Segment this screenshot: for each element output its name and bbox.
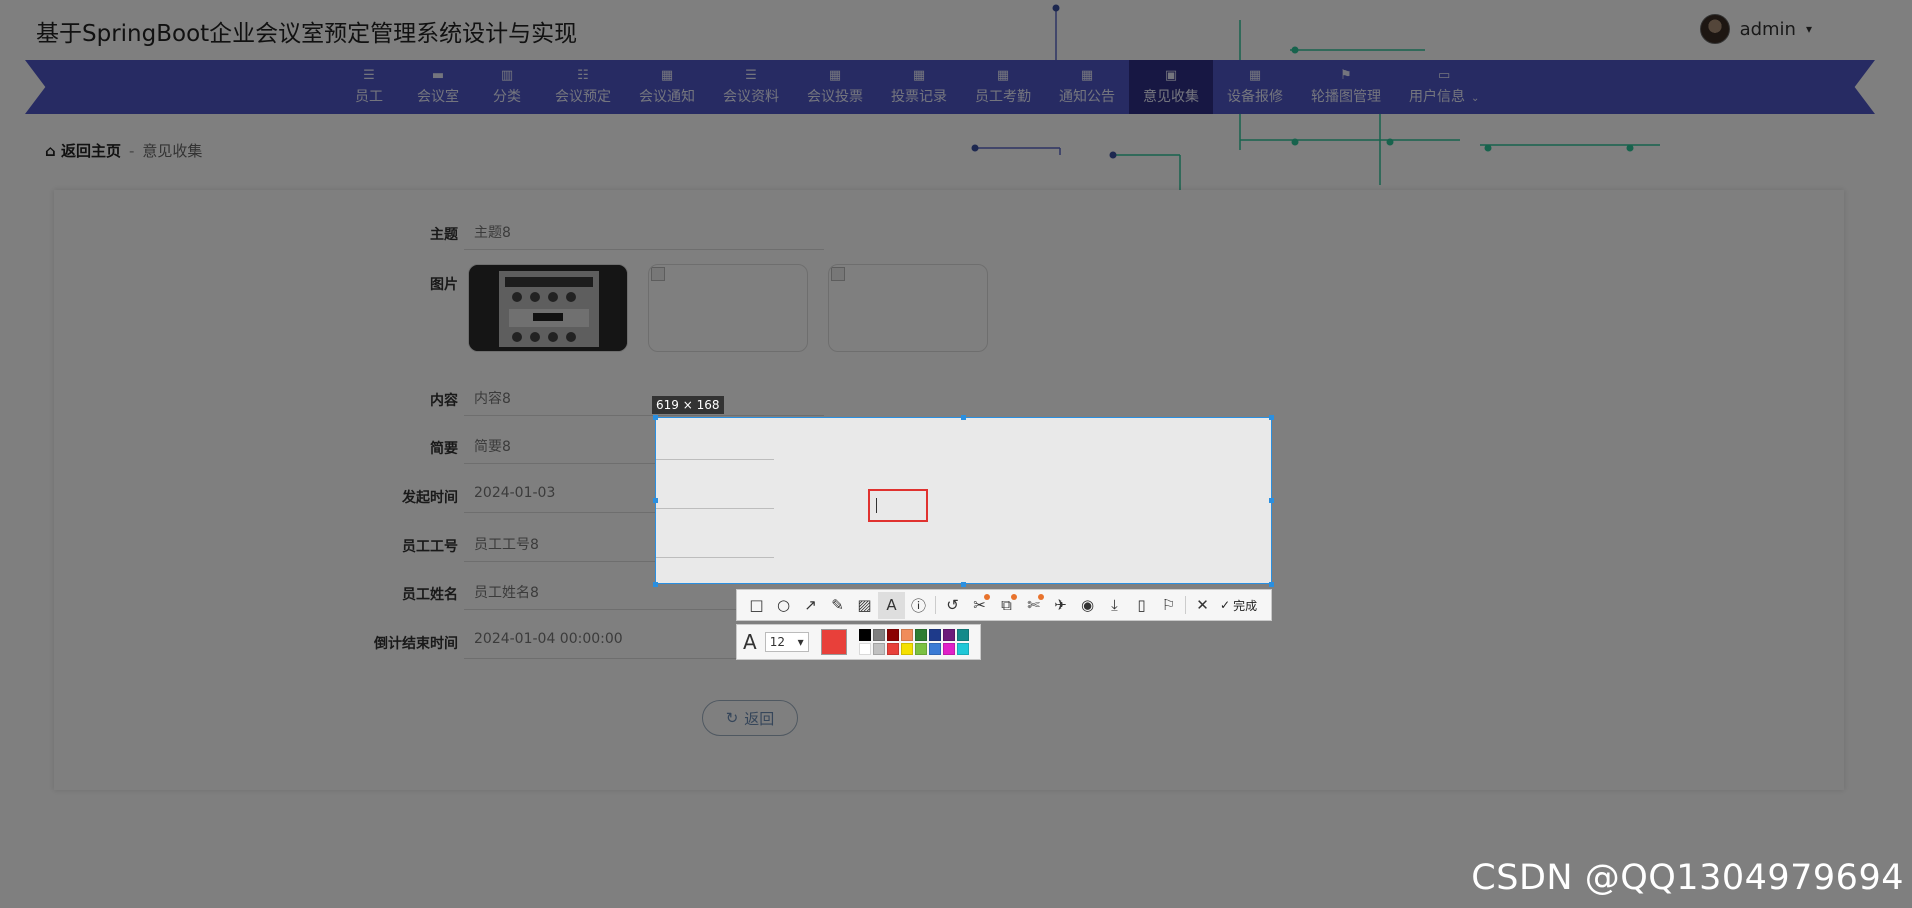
bookmark-icon[interactable]: ⚐ bbox=[1155, 592, 1182, 619]
resize-handle[interactable] bbox=[653, 415, 658, 420]
color-swatch[interactable] bbox=[858, 629, 871, 641]
color-swatch[interactable] bbox=[928, 643, 941, 655]
close-icon[interactable]: ✕ bbox=[1189, 592, 1216, 619]
record-icon[interactable]: ◉ bbox=[1074, 592, 1101, 619]
color-swatch[interactable] bbox=[942, 643, 955, 655]
capture-size-label: 619 × 168 bbox=[652, 396, 724, 414]
ellipse-icon[interactable]: ○ bbox=[770, 592, 797, 619]
color-swatch[interactable] bbox=[956, 629, 969, 641]
done-label: 完成 bbox=[1233, 598, 1258, 613]
new-badge bbox=[1038, 593, 1044, 600]
toolbar-separator bbox=[935, 596, 936, 614]
current-color-swatch[interactable] bbox=[820, 629, 847, 655]
arrow-icon[interactable]: ↗ bbox=[797, 592, 824, 619]
scissors-extra-icon[interactable]: ✄ bbox=[1020, 592, 1047, 619]
done-button[interactable]: ✓ 完成 bbox=[1220, 597, 1257, 614]
mosaic-icon[interactable]: ▨ bbox=[851, 592, 878, 619]
color-swatch[interactable] bbox=[900, 643, 913, 655]
color-swatch[interactable] bbox=[942, 629, 955, 641]
color-swatch[interactable] bbox=[914, 643, 927, 655]
phone-icon[interactable]: ▯ bbox=[1128, 592, 1155, 619]
font-icon: A bbox=[743, 630, 757, 654]
resize-handle[interactable] bbox=[1269, 582, 1274, 587]
capture-region-border[interactable] bbox=[655, 417, 1272, 584]
color-swatch[interactable] bbox=[900, 629, 913, 641]
pin-icon[interactable]: ✈ bbox=[1047, 592, 1074, 619]
rectangle-icon[interactable]: □ bbox=[743, 592, 770, 619]
pen-icon[interactable]: ✎ bbox=[824, 592, 851, 619]
new-badge bbox=[984, 593, 990, 600]
color-swatch[interactable] bbox=[858, 643, 871, 655]
chevron-down-icon: ▾ bbox=[797, 635, 804, 649]
color-swatch[interactable] bbox=[886, 629, 899, 641]
color-swatch[interactable] bbox=[872, 643, 885, 655]
font-size-select[interactable]: 12 ▾ bbox=[764, 632, 809, 652]
color-swatch[interactable] bbox=[886, 643, 899, 655]
resize-handle[interactable] bbox=[653, 582, 658, 587]
color-palette bbox=[858, 629, 969, 655]
color-swatch[interactable] bbox=[928, 629, 941, 641]
download-icon[interactable]: ⤓ bbox=[1101, 592, 1128, 619]
text-style-bar: A 12 ▾ bbox=[736, 624, 981, 660]
resize-handle[interactable] bbox=[1269, 498, 1274, 503]
toolbar-separator bbox=[1185, 596, 1186, 614]
resize-handle[interactable] bbox=[961, 582, 966, 587]
capture-toolbar: □ ○ ↗ ✎ ▨ Aⓘ ↺ ✂ ⧉ ✄ ✈ ◉ ⤓ ▯ ⚐ ✕ ✓ 完成 bbox=[736, 589, 1272, 621]
new-badge bbox=[1011, 593, 1017, 600]
font-size-value: 12 bbox=[769, 635, 785, 649]
resize-handle[interactable] bbox=[653, 498, 658, 503]
serial-number-icon[interactable]: ⓘ bbox=[905, 592, 932, 619]
translate-icon[interactable]: ⧉ bbox=[993, 592, 1020, 619]
undo-icon[interactable]: ↺ bbox=[939, 592, 966, 619]
text-icon[interactable]: A bbox=[878, 591, 905, 619]
resize-handle[interactable] bbox=[961, 415, 966, 420]
color-swatch[interactable] bbox=[956, 643, 969, 655]
color-swatch[interactable] bbox=[914, 629, 927, 641]
scissors-icon[interactable]: ✂ bbox=[966, 592, 993, 619]
color-swatch[interactable] bbox=[872, 629, 885, 641]
resize-handle[interactable] bbox=[1269, 415, 1274, 420]
watermark: CSDN @QQ1304979694 bbox=[1471, 858, 1904, 898]
check-icon: ✓ bbox=[1220, 598, 1231, 612]
